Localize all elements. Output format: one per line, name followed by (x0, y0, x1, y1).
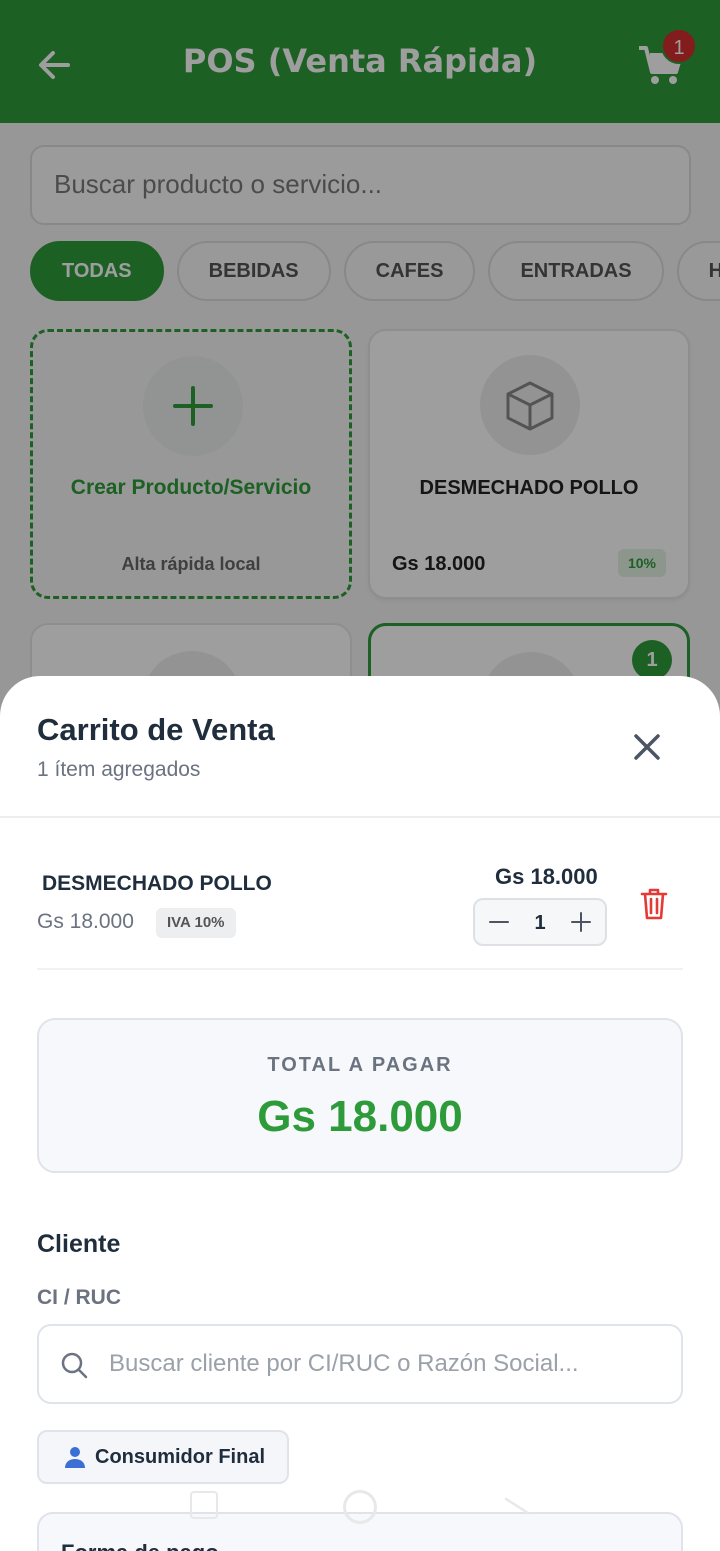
cart-item-tax-badge: IVA 10% (156, 908, 236, 938)
consumer-final-button[interactable]: Consumidor Final (37, 1430, 289, 1484)
cart-item-total: Gs 18.000 (495, 864, 598, 889)
client-section-title: Cliente (37, 1230, 121, 1258)
payment-method-title: Forma de pago (61, 1540, 219, 1551)
cart-bottom-sheet: Carrito de Venta 1 ítem agregados DESMEC… (0, 676, 720, 1551)
divider (37, 968, 683, 970)
consumer-final-label: Consumidor Final (95, 1445, 265, 1468)
recent-apps-icon[interactable] (190, 1491, 218, 1519)
cart-item-unit-price: Gs 18.000 (37, 910, 134, 933)
ci-ruc-label: CI / RUC (37, 1286, 121, 1309)
user-icon (63, 1445, 87, 1469)
total-value: Gs 18.000 (257, 1092, 463, 1141)
plus-icon[interactable] (569, 910, 593, 934)
divider (0, 816, 720, 818)
client-search-field (37, 1324, 683, 1404)
sheet-title: Carrito de Venta (37, 712, 275, 747)
client-search-input[interactable] (109, 1346, 669, 1382)
search-icon (59, 1350, 89, 1380)
total-box: TOTAL A PAGAR Gs 18.000 (37, 1018, 683, 1173)
sheet-subtitle: 1 ítem agregados (37, 758, 201, 781)
quantity-stepper: 1 (473, 898, 607, 946)
cart-item-name: DESMECHADO POLLO (42, 872, 272, 895)
total-label: TOTAL A PAGAR (267, 1054, 453, 1076)
close-icon[interactable] (626, 726, 668, 768)
trash-icon[interactable] (638, 886, 670, 922)
home-icon[interactable] (343, 1490, 377, 1524)
system-back-icon[interactable] (502, 1493, 530, 1521)
